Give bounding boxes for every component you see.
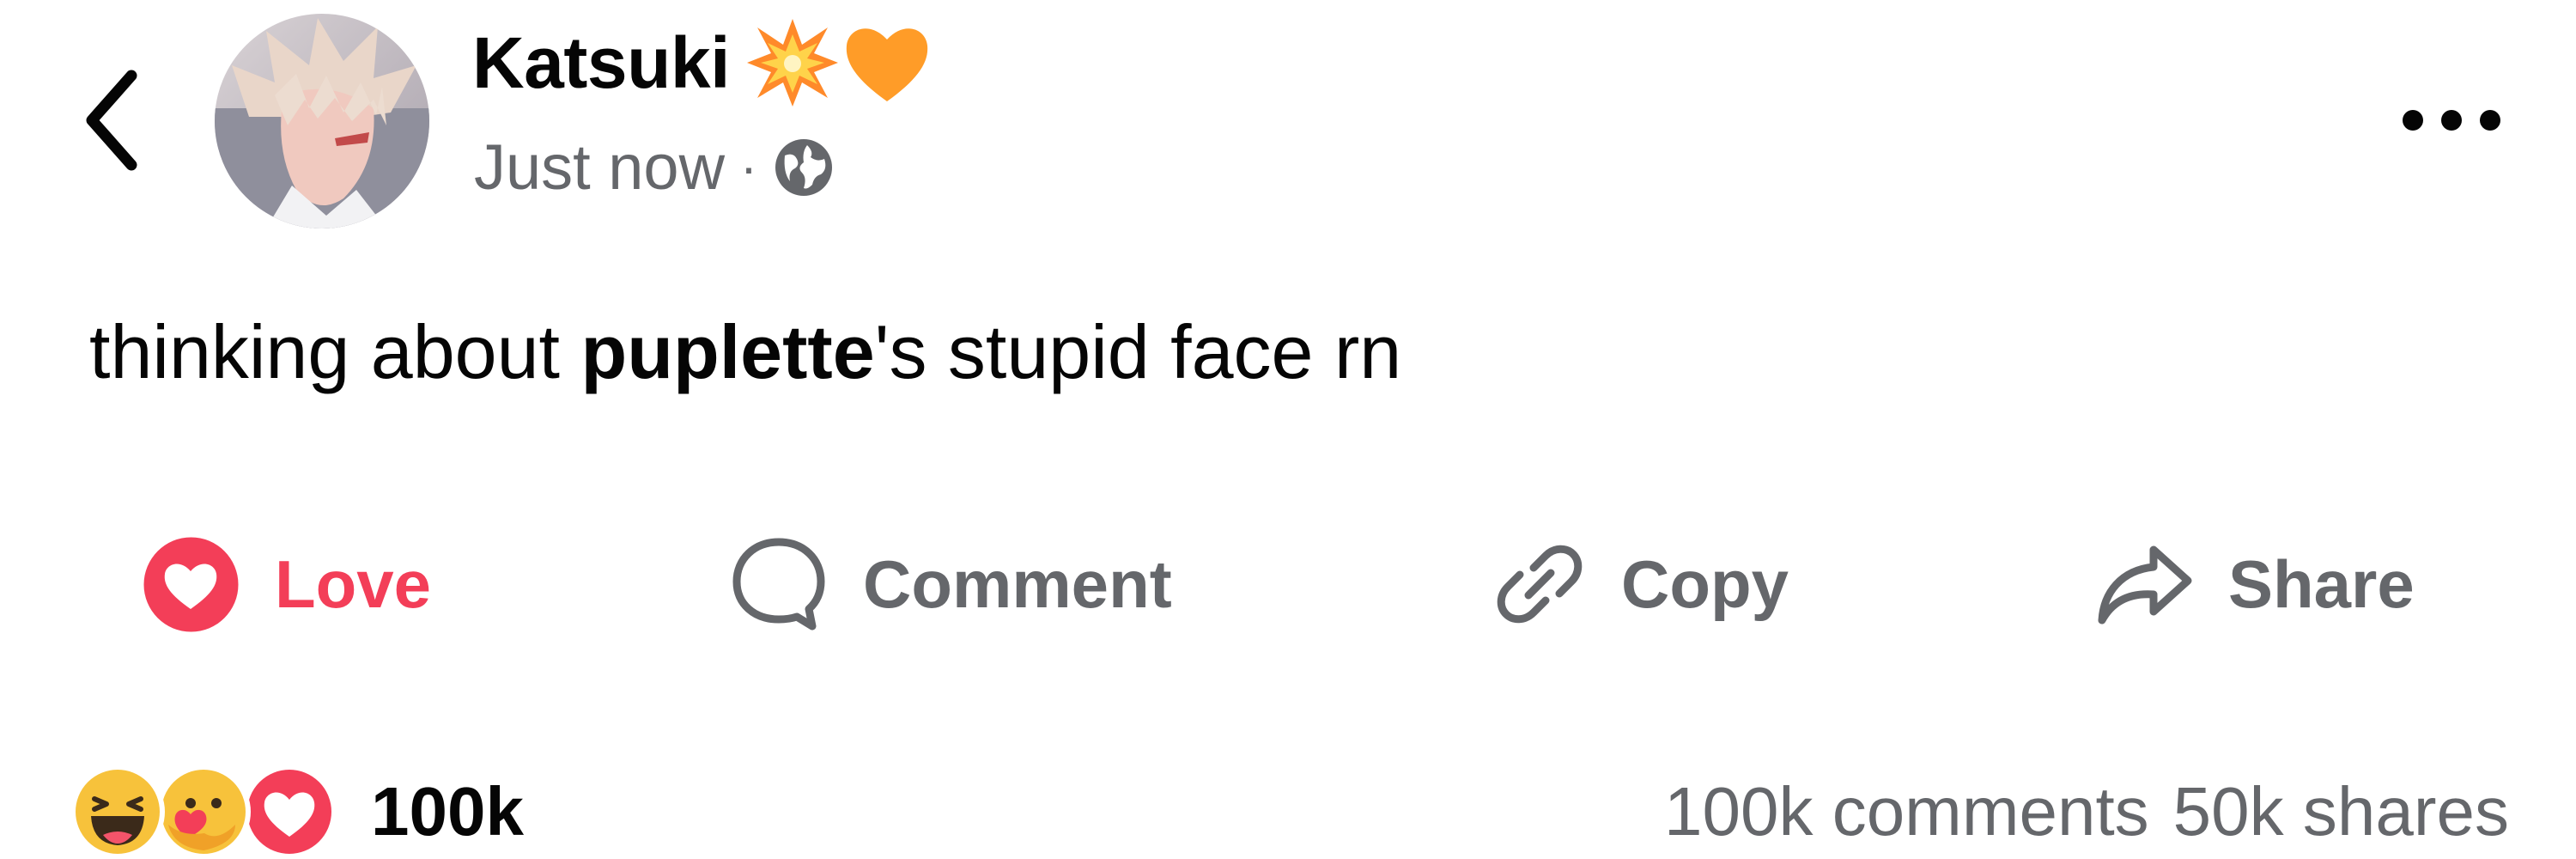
post-view: Katsuki Just now · thinking about puplet… [0, 0, 2576, 859]
mention-link[interactable]: puplette [580, 309, 874, 394]
heart-icon [143, 537, 239, 631]
action-bar: Love Comment Copy Share [0, 524, 2576, 644]
shares-count[interactable]: 50k shares [2173, 772, 2509, 851]
share-icon [2098, 545, 2192, 624]
post-text-before: thinking about [89, 309, 581, 394]
post-text: thinking about puplette's stupid face rn [89, 301, 1401, 404]
orange-heart-icon [846, 28, 928, 101]
post-meta: Just now · [474, 125, 835, 210]
comment-icon [732, 538, 825, 630]
more-options-button[interactable] [2387, 77, 2516, 163]
globe-icon[interactable] [773, 137, 835, 198]
share-button[interactable]: Share [2095, 524, 2415, 644]
reaction-count: 100k [371, 773, 524, 850]
comments-count[interactable]: 100k comments [1664, 772, 2149, 851]
avatar[interactable] [215, 14, 429, 228]
engagement-stats: 100k comments 50k shares [1664, 765, 2509, 859]
author-name-text: Katsuki [472, 22, 730, 103]
avatar-image [215, 14, 429, 228]
share-label: Share [2228, 545, 2415, 622]
chevron-left-icon [86, 70, 137, 171]
post-text-after: 's stupid face rn [874, 309, 1402, 394]
care-icon [156, 765, 251, 859]
copy-button[interactable]: Copy [1492, 524, 1789, 644]
love-button[interactable]: Love [142, 524, 431, 644]
timestamp[interactable]: Just now [474, 125, 725, 210]
reactions-summary[interactable]: 100k [70, 765, 524, 859]
comment-button[interactable]: Comment [730, 524, 1172, 644]
back-button[interactable] [69, 60, 155, 180]
author-name[interactable]: Katsuki [472, 15, 934, 110]
love-icon [242, 765, 337, 859]
meta-separator: · [740, 138, 758, 196]
comment-label: Comment [863, 545, 1172, 622]
love-label: Love [275, 545, 432, 622]
reaction-icons [70, 765, 337, 859]
more-horizontal-icon [2403, 110, 2500, 131]
link-icon [1497, 545, 1583, 624]
collision-icon [746, 19, 838, 107]
haha-icon [70, 765, 165, 859]
copy-label: Copy [1621, 545, 1789, 622]
